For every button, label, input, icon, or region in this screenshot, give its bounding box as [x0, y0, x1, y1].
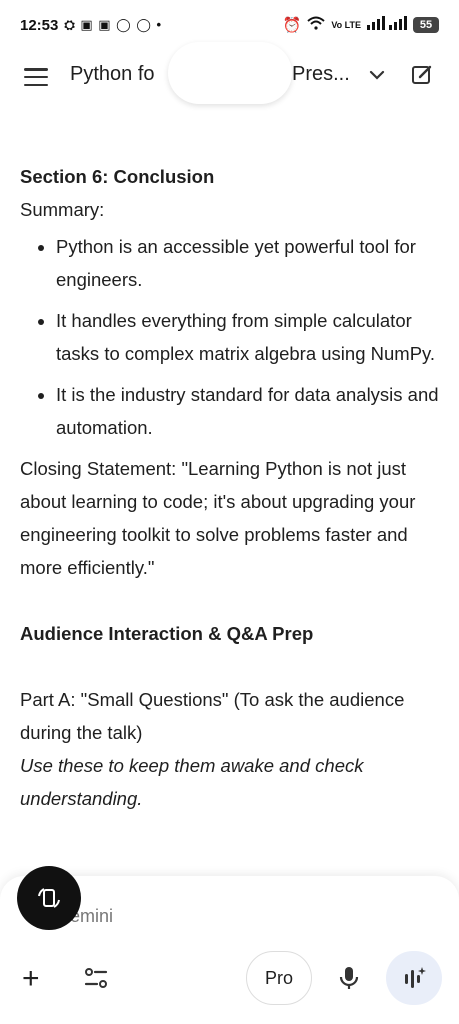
sparkle-wave-icon [405, 967, 426, 988]
part-a-note: Use these to keep them awake and check u… [20, 755, 364, 809]
chevron-down-icon[interactable] [368, 66, 386, 84]
mic-button[interactable] [318, 951, 380, 1005]
mic-icon [339, 967, 359, 989]
chat-title-start[interactable]: Python fo [70, 63, 155, 86]
floating-action-button[interactable] [17, 866, 81, 930]
add-icon[interactable]: + [22, 962, 40, 996]
new-chat-icon[interactable] [410, 63, 434, 87]
rotate-icon [38, 888, 60, 908]
list-item: Python is an accessible yet powerful too… [56, 230, 440, 296]
menu-icon[interactable] [24, 68, 48, 86]
title-overlay [168, 42, 292, 104]
part-a-heading: Part A: "Small Questions" (To ask the au… [20, 689, 405, 743]
live-button[interactable] [386, 951, 442, 1005]
status-right: ⏰ Vo LTE 55 [283, 16, 439, 34]
closing-label: Closing Statement: [20, 458, 177, 479]
tools-icon[interactable] [82, 964, 110, 992]
section-heading: Section 6: Conclusion [20, 166, 215, 187]
pro-button[interactable]: Pro [246, 951, 312, 1005]
list-item: It is the industry standard for data ana… [56, 378, 440, 444]
closing-statement: Closing Statement: "Learning Python is n… [20, 452, 440, 584]
list-item: It handles everything from simple calcul… [56, 304, 440, 370]
wifi-icon [307, 16, 325, 34]
battery-icon: 55 [413, 17, 439, 33]
notification-icons: ⛭ ▣ ▣ ◯ ◯ • [64, 17, 163, 32]
response-content: Section 6: Conclusion Summary: Python is… [20, 160, 440, 815]
alarm-icon: ⏰ [282, 17, 302, 34]
status-left: 12:53 ⛭ ▣ ▣ ◯ ◯ • [20, 17, 162, 34]
summary-list: Python is an accessible yet powerful too… [20, 230, 440, 444]
network-label: Vo LTE [331, 19, 361, 30]
qa-heading: Audience Interaction & Q&A Prep [20, 623, 314, 644]
chat-title-end[interactable]: Pres... [292, 63, 350, 86]
summary-label: Summary: [20, 199, 105, 220]
signal-icon [367, 16, 407, 34]
status-time: 12:53 [20, 16, 59, 34]
pro-label: Pro [264, 967, 293, 988]
